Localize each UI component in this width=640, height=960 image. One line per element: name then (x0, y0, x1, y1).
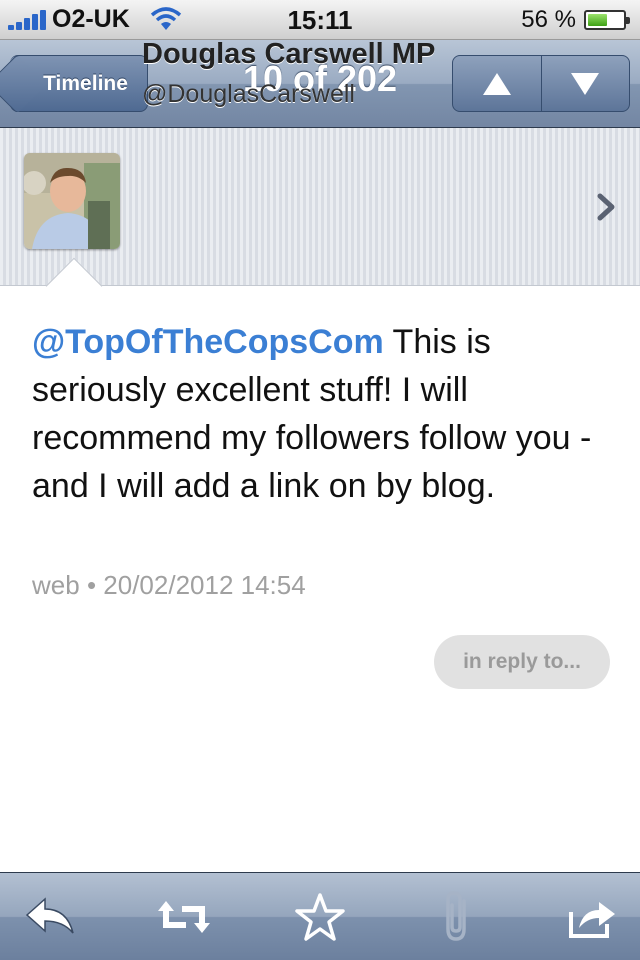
battery-percentage: 56 % (521, 6, 576, 33)
previous-tweet-button[interactable] (453, 56, 541, 111)
arrow-up-icon (482, 72, 511, 95)
share-button[interactable] (564, 891, 620, 943)
retweet-icon (158, 901, 210, 933)
mention-link[interactable]: @TopOfTheCopsCom (32, 323, 384, 361)
bottom-toolbar (0, 872, 640, 960)
star-icon (295, 893, 345, 941)
user-handle: @DouglasCarswell (142, 80, 355, 108)
reply-icon (25, 897, 74, 934)
next-tweet-button[interactable] (540, 56, 630, 111)
retweet-button[interactable] (156, 891, 212, 943)
tweet-timestamp: 20/02/2012 14:54 (103, 570, 306, 600)
share-icon (569, 902, 615, 938)
paperclip-icon (446, 891, 466, 941)
battery-icon (584, 10, 630, 30)
favorite-button[interactable] (292, 891, 348, 943)
tweet-navigation-control (452, 55, 630, 112)
chevron-right-icon[interactable] (596, 192, 618, 222)
tweet-meta: web • 20/02/2012 14:54 (32, 570, 306, 601)
meta-separator: • (86, 570, 97, 600)
reply-button[interactable] (22, 891, 78, 943)
arrow-down-icon (571, 72, 600, 95)
status-bar: O2-UK 15:11 56 % (0, 0, 640, 40)
tweet-body: @TopOfTheCopsCom This is seriously excel… (32, 318, 622, 510)
display-name: Douglas Carswell MP (142, 38, 436, 70)
attachment-button[interactable] (430, 891, 486, 943)
back-to-timeline-button[interactable]: Timeline (10, 55, 148, 112)
avatar[interactable] (24, 153, 120, 249)
in-reply-to-button[interactable]: in reply to... (434, 635, 610, 689)
back-button-label: Timeline (43, 71, 128, 95)
tweet-source: web (32, 570, 80, 600)
user-profile-header[interactable] (0, 128, 640, 286)
